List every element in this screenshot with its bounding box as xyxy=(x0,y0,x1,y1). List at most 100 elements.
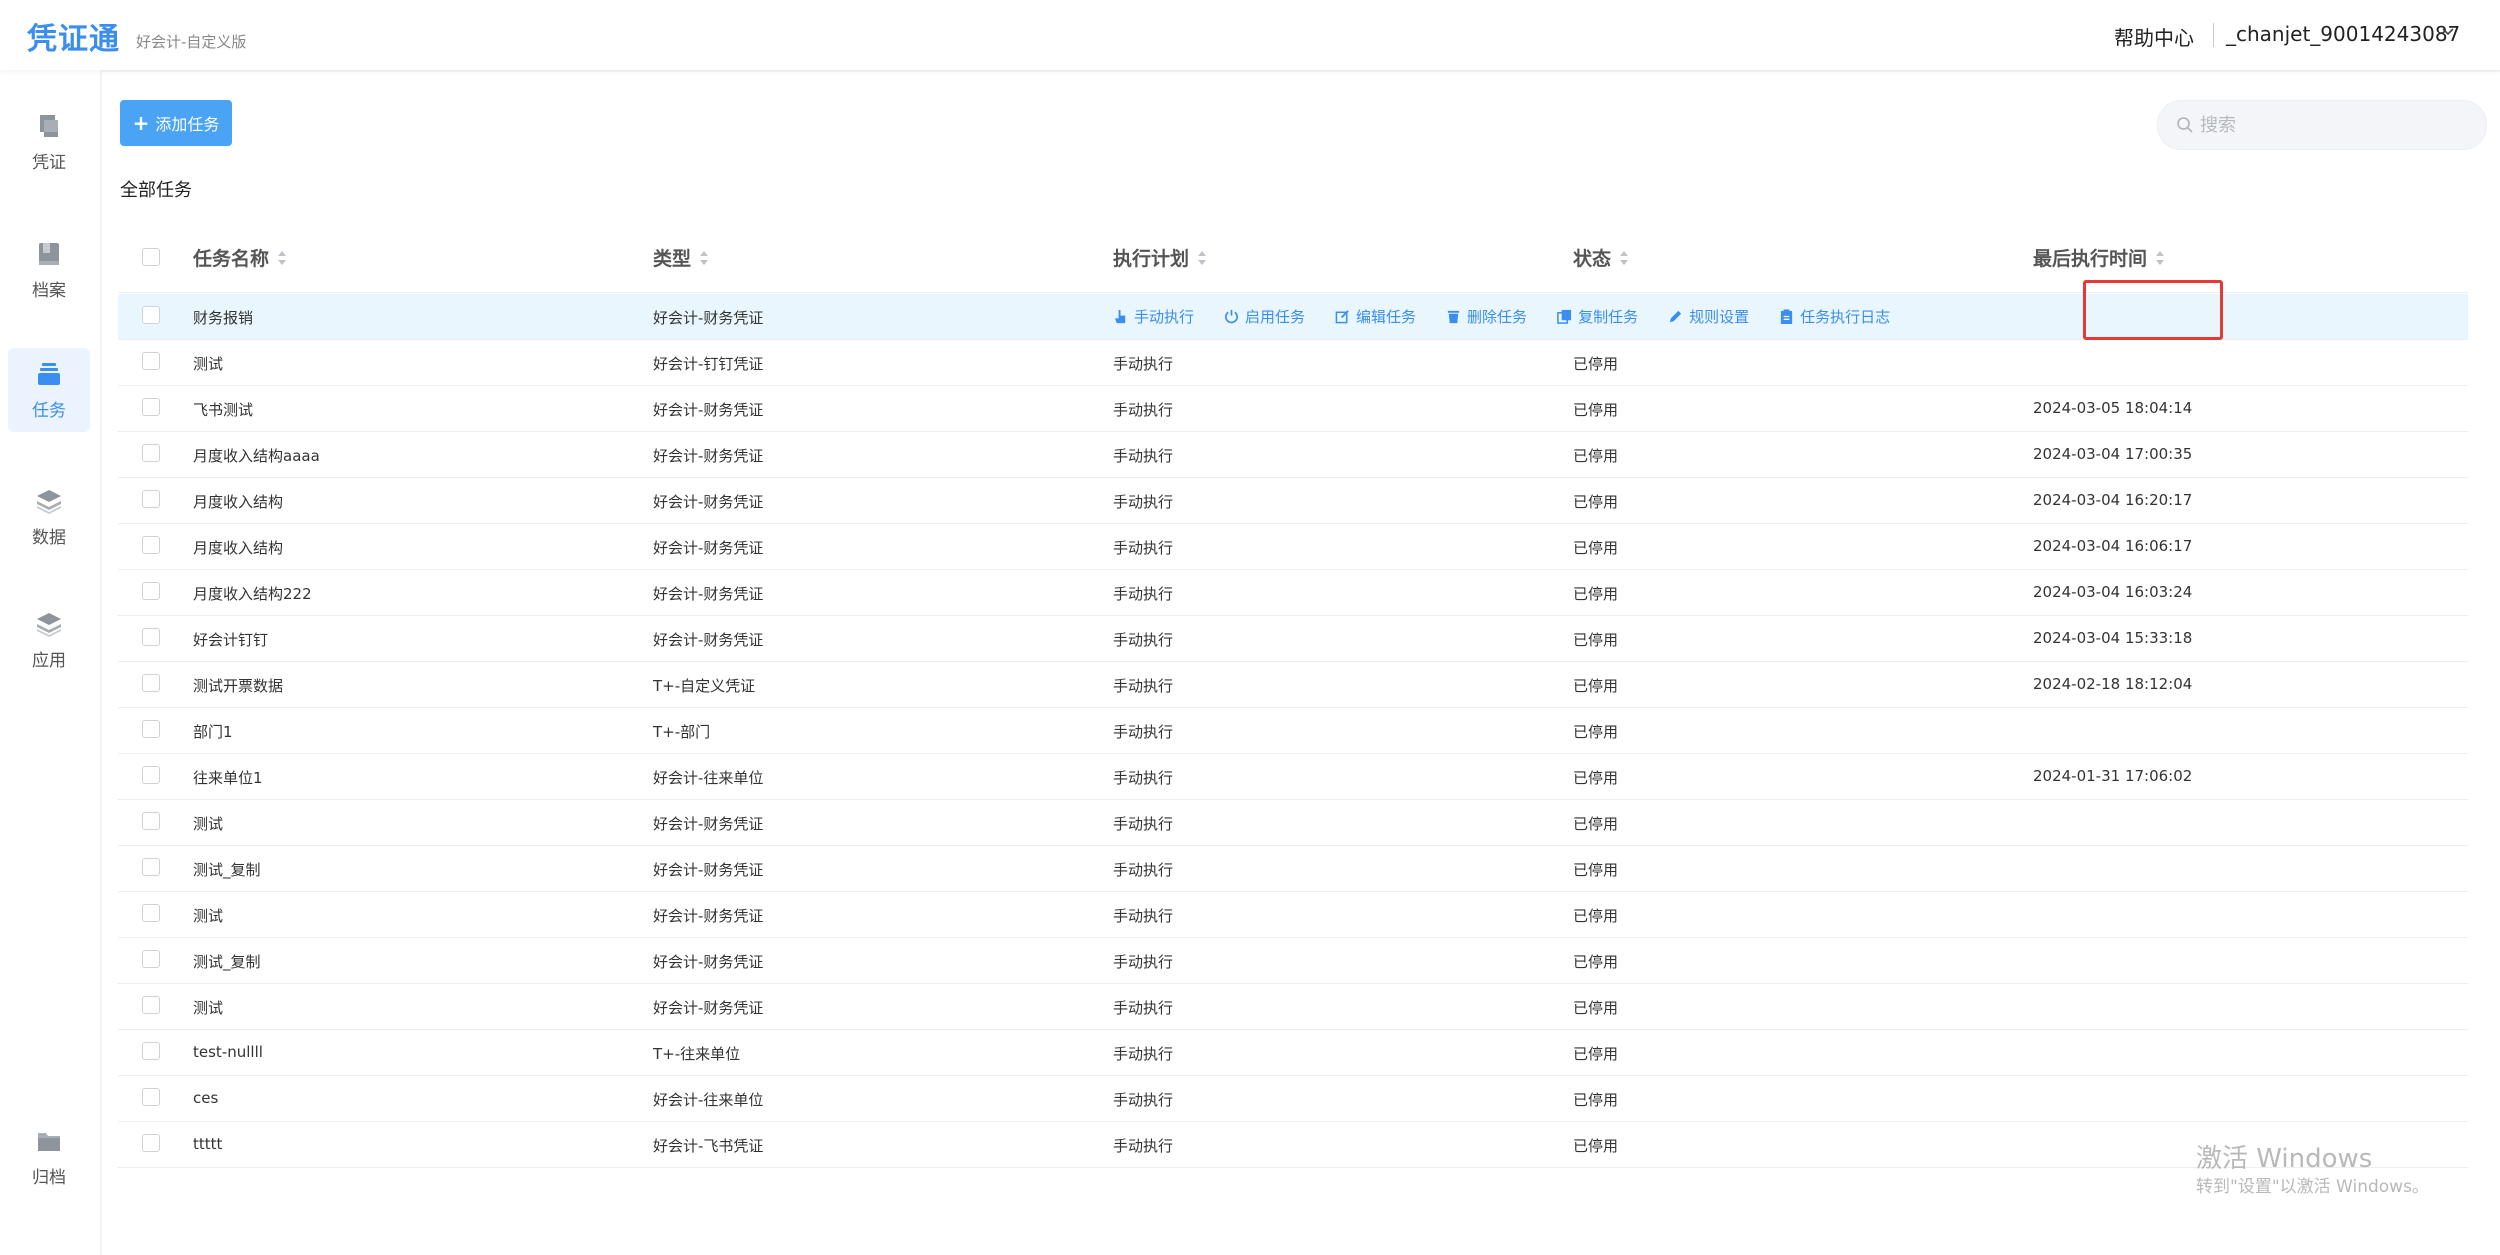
table-row[interactable]: 月度收入结构 好会计-财务凭证 手动执行 已停用 2024-03-04 16:20:17 xyxy=(118,478,2468,524)
row-checkbox[interactable] xyxy=(142,950,160,968)
section-title: 全部任务 xyxy=(120,180,192,201)
sort-icon[interactable] xyxy=(699,250,709,266)
table-row[interactable]: 测试_复制 好会计-财务凭证 手动执行 已停用 xyxy=(118,846,2468,892)
table-row[interactable]: 测试 好会计-钉钉凭证 手动执行 已停用 xyxy=(118,340,2468,386)
row-checkbox[interactable] xyxy=(142,1042,160,1060)
edit-task-action[interactable]: 编辑任务 xyxy=(1335,306,1416,327)
copy-icon xyxy=(1557,309,1572,324)
table-row[interactable]: 财务报销 好会计-财务凭证 手动执行 启用任务 编辑任务 删除任务 复制任务 规… xyxy=(118,280,2468,340)
sort-icon[interactable] xyxy=(1619,250,1629,266)
row-checkbox[interactable] xyxy=(142,996,160,1014)
cell-status: 已停用 xyxy=(1573,677,1619,695)
sidebar-item-data[interactable]: 数据 xyxy=(8,475,90,559)
copy-task-action[interactable]: 复制任务 xyxy=(1557,306,1638,327)
app-logo[interactable]: 凭证通 xyxy=(27,14,120,58)
column-header-plan[interactable]: 执行计划 xyxy=(1113,244,1207,271)
table-row[interactable]: 月度收入结构aaaa 好会计-财务凭证 手动执行 已停用 2024-03-04 17:0… xyxy=(118,432,2468,478)
rule-settings-action[interactable]: 规则设置 xyxy=(1668,306,1749,327)
table-row[interactable]: 测试开票数据 T+-自定义凭证 手动执行 已停用 2024-02-18 18:12:04 xyxy=(118,662,2468,708)
table-row[interactable]: 测试 好会计-财务凭证 手动执行 已停用 xyxy=(118,800,2468,846)
sidebar-item-archive-folder[interactable]: 归档 xyxy=(8,1115,90,1199)
search-input[interactable] xyxy=(2198,105,2472,145)
row-checkbox[interactable] xyxy=(142,352,160,370)
sidebar-item-archive[interactable]: 档案 xyxy=(8,228,90,312)
cell-status: 已停用 xyxy=(1573,631,1619,649)
cell-last-run: 2024-03-04 16:03:24 xyxy=(2033,583,2193,601)
add-task-button[interactable]: + 添加任务 xyxy=(120,100,232,146)
cell-status: 已停用 xyxy=(1573,493,1619,511)
column-header-name[interactable]: 任务名称 xyxy=(193,244,287,271)
sort-icon[interactable] xyxy=(1197,250,1207,266)
column-header-label: 最后执行时间 xyxy=(2033,248,2148,270)
row-checkbox[interactable] xyxy=(142,628,160,646)
main-content: + 添加任务 全部任务 任务名称 类型 执行计划 状态 xyxy=(102,72,2500,1255)
cell-plan: 手动执行 xyxy=(1113,815,1174,833)
sidebar-item-label: 数据 xyxy=(32,528,66,548)
column-header-label: 状态 xyxy=(1573,248,1612,270)
row-checkbox[interactable] xyxy=(142,1134,160,1152)
sidebar-item-app[interactable]: 应用 xyxy=(8,598,90,682)
row-checkbox[interactable] xyxy=(142,674,160,692)
column-header-type[interactable]: 类型 xyxy=(653,244,709,271)
table-row[interactable]: ttttt 好会计-飞书凭证 手动执行 已停用 xyxy=(118,1122,2468,1168)
help-center-link[interactable]: 帮助中心 xyxy=(2114,22,2194,51)
cell-type: 好会计-钉钉凭证 xyxy=(653,355,764,373)
sort-icon[interactable] xyxy=(277,250,287,266)
column-header-last-run[interactable]: 最后执行时间 xyxy=(2033,244,2165,271)
cell-type: 好会计-财务凭证 xyxy=(653,585,764,603)
delete-task-action[interactable]: 删除任务 xyxy=(1446,306,1527,327)
cell-type: 好会计-财务凭证 xyxy=(653,401,764,419)
table-row[interactable]: 往来单位1 好会计-往来单位 手动执行 已停用 2024-01-31 17:06:02 xyxy=(118,754,2468,800)
row-checkbox[interactable] xyxy=(142,858,160,876)
table-row[interactable]: test-nullll T+-往来单位 手动执行 已停用 xyxy=(118,1030,2468,1076)
row-checkbox[interactable] xyxy=(142,812,160,830)
table-row[interactable]: 月度收入结构222 好会计-财务凭证 手动执行 已停用 2024-03-04 16:03… xyxy=(118,570,2468,616)
windows-activation-subtitle: 转到"设置"以激活 Windows。 xyxy=(2196,1177,2429,1197)
table-row[interactable]: 部门1 T+-部门 手动执行 已停用 xyxy=(118,708,2468,754)
row-checkbox[interactable] xyxy=(142,1088,160,1106)
plus-icon: + xyxy=(132,111,150,135)
cell-type: 好会计-财务凭证 xyxy=(653,309,764,327)
clipboard-icon xyxy=(1780,309,1793,324)
enable-task-action[interactable]: 启用任务 xyxy=(1224,306,1305,327)
search-box[interactable] xyxy=(2157,100,2487,150)
sidebar-item-task[interactable]: 任务 xyxy=(8,348,90,432)
cell-status: 已停用 xyxy=(1573,815,1619,833)
chevron-down-icon[interactable] xyxy=(2441,25,2455,39)
row-checkbox[interactable] xyxy=(142,904,160,922)
cell-name: ces xyxy=(193,1089,219,1107)
task-log-action[interactable]: 任务执行日志 xyxy=(1779,306,1890,327)
column-header-status[interactable]: 状态 xyxy=(1573,244,1629,271)
cell-name: 测试_复制 xyxy=(193,953,261,971)
cell-name: 测试开票数据 xyxy=(193,677,284,695)
table-row[interactable]: 飞书测试 好会计-财务凭证 手动执行 已停用 2024-03-05 18:04:14 xyxy=(118,386,2468,432)
manual-run-action[interactable]: 手动执行 xyxy=(1113,306,1194,327)
sidebar-item-voucher[interactable]: 凭证 xyxy=(8,100,90,184)
table-row[interactable]: 月度收入结构 好会计-财务凭证 手动执行 已停用 2024-03-04 16:06:17 xyxy=(118,524,2468,570)
user-menu[interactable]: _chanjet_90014243087 xyxy=(2226,22,2460,46)
cell-type: 好会计-财务凭证 xyxy=(653,907,764,925)
table-row[interactable]: 测试_复制 好会计-财务凭证 手动执行 已停用 xyxy=(118,938,2468,984)
cell-plan: 手动执行 xyxy=(1113,861,1174,879)
action-label: 启用任务 xyxy=(1245,308,1306,326)
cell-last-run: 2024-03-04 16:20:17 xyxy=(2033,491,2193,509)
row-checkbox[interactable] xyxy=(142,398,160,416)
row-checkbox[interactable] xyxy=(142,444,160,462)
cell-plan: 手动执行 xyxy=(1113,1045,1174,1063)
row-checkbox[interactable] xyxy=(142,720,160,738)
cell-type: 好会计-财务凭证 xyxy=(653,861,764,879)
select-all-checkbox[interactable] xyxy=(142,248,160,266)
row-checkbox[interactable] xyxy=(142,536,160,554)
pencil-icon xyxy=(1669,310,1682,323)
table-row[interactable]: 测试 好会计-财务凭证 手动执行 已停用 xyxy=(118,984,2468,1030)
cell-plan: 手动执行 xyxy=(1113,769,1174,787)
column-header-label: 执行计划 xyxy=(1113,248,1190,270)
table-row[interactable]: 测试 好会计-财务凭证 手动执行 已停用 xyxy=(118,892,2468,938)
table-row[interactable]: 好会计钉钉 好会计-财务凭证 手动执行 已停用 2024-03-04 15:33:18 xyxy=(118,616,2468,662)
table-row[interactable]: ces 好会计-往来单位 手动执行 已停用 xyxy=(118,1076,2468,1122)
row-checkbox[interactable] xyxy=(142,582,160,600)
row-checkbox[interactable] xyxy=(142,766,160,784)
row-checkbox[interactable] xyxy=(142,306,160,324)
sort-icon[interactable] xyxy=(2155,250,2165,266)
row-checkbox[interactable] xyxy=(142,490,160,508)
